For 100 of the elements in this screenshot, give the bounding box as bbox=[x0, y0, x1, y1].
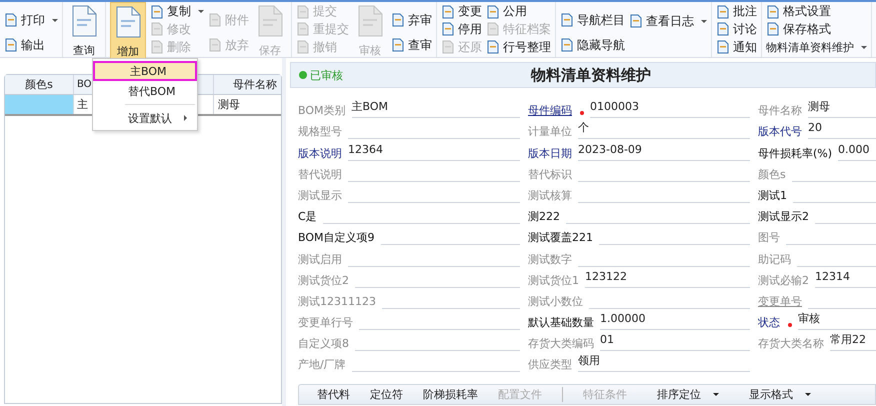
field-label: 变更单行号 bbox=[298, 316, 354, 330]
document-icon bbox=[391, 38, 405, 52]
column-header[interactable]: BO bbox=[77, 79, 92, 90]
toolbar-button[interactable]: 隐藏导航 bbox=[560, 37, 625, 53]
menu-button[interactable]: 物料清单资料维护 bbox=[766, 39, 867, 56]
toolbar-button[interactable]: 变更 bbox=[441, 4, 482, 20]
field-label: 测222 bbox=[528, 210, 561, 224]
field-label: C是 bbox=[298, 210, 318, 224]
field-label: 自定义项8 bbox=[298, 337, 350, 352]
field-label: 测试核算 bbox=[528, 188, 573, 203]
field-label: 母件名称 bbox=[758, 104, 803, 118]
toolbar-button[interactable]: 查询 bbox=[67, 2, 101, 60]
input-field[interactable]: 2023-08-09 bbox=[578, 142, 750, 161]
document-icon bbox=[716, 4, 730, 19]
input-field[interactable]: 审核 bbox=[798, 312, 876, 330]
column-header[interactable]: 颜色s bbox=[25, 78, 53, 91]
field-label: BOM类别 bbox=[298, 104, 347, 118]
field-label: 测试货位1 bbox=[528, 274, 580, 288]
toolbar-button[interactable]: 讨论 bbox=[716, 21, 757, 38]
toolbar-button[interactable]: 显示格式 bbox=[749, 387, 811, 402]
field-label: 默认基础数量 bbox=[528, 316, 595, 330]
input-field[interactable]: 12314 bbox=[815, 270, 876, 288]
input-field[interactable]: 20 bbox=[808, 121, 876, 140]
field-label: 测试必输2 bbox=[758, 274, 810, 288]
field-label: 助记码 bbox=[758, 252, 792, 266]
field-label: 测试显示2 bbox=[758, 210, 810, 224]
toolbar-button[interactable]: 格式设置 bbox=[766, 4, 867, 20]
document-icon bbox=[560, 38, 574, 52]
input-field[interactable]: 常用22 bbox=[830, 333, 876, 352]
toolbar-button[interactable]: 保存格式 bbox=[766, 21, 867, 38]
caret-icon bbox=[805, 393, 811, 396]
toolbar-button[interactable]: 查看日志 bbox=[629, 13, 707, 29]
field-label: 测试1 bbox=[758, 188, 788, 203]
toolbar-button[interactable]: 排序定位 bbox=[657, 387, 719, 402]
toolbar-button[interactable]: 弃审 bbox=[391, 12, 432, 28]
document-icon bbox=[441, 40, 455, 54]
input-field[interactable]: 1.00000 bbox=[600, 312, 750, 330]
field-label: 测试货位2 bbox=[298, 274, 350, 288]
field-label: 图号 bbox=[758, 231, 781, 246]
field-label: 存货大类名称 bbox=[758, 337, 825, 352]
caret-icon bbox=[198, 10, 204, 14]
toolbar-button[interactable]: 输出 bbox=[4, 37, 58, 53]
field-label: 测试数字 bbox=[528, 252, 573, 266]
document-icon bbox=[296, 22, 310, 36]
field-label: 母件编码 bbox=[528, 104, 573, 118]
field-label: BOM自定义项9 bbox=[298, 231, 376, 246]
menu-item[interactable]: 替代BOM bbox=[93, 81, 197, 101]
toolbar-button[interactable]: 打印 bbox=[4, 12, 58, 28]
toolbar-button[interactable]: 查审 bbox=[391, 37, 432, 53]
field-label: 产地/厂牌 bbox=[298, 358, 347, 372]
toolbar-button[interactable]: 定位符 bbox=[370, 387, 403, 402]
caret-icon bbox=[52, 18, 58, 22]
toolbar-button[interactable]: 复制 bbox=[150, 4, 204, 20]
field-label: 测试12311123 bbox=[298, 294, 377, 309]
toolbar-button[interactable]: 停用 bbox=[441, 21, 482, 38]
input-field[interactable]: 0.000 bbox=[838, 142, 876, 161]
form-title: 物料清单资料维护 bbox=[531, 66, 651, 84]
document-icon bbox=[486, 40, 500, 54]
table-cell-text: 测母 bbox=[217, 97, 241, 113]
field-label: 颜色s bbox=[758, 168, 787, 182]
document-icon bbox=[4, 38, 18, 52]
toolbar-button[interactable]: 公用 bbox=[486, 4, 551, 20]
field-label: 测试小数位 bbox=[528, 294, 584, 309]
input-field[interactable]: 个 bbox=[578, 121, 750, 140]
field-label: 测试启用 bbox=[298, 252, 343, 266]
input-field[interactable]: 01 bbox=[600, 333, 750, 352]
document-icon bbox=[766, 4, 780, 19]
toolbar-button[interactable]: 阶梯损耗率 bbox=[423, 387, 478, 402]
toolbar-button[interactable]: 行号整理 bbox=[486, 39, 551, 56]
status-label: 已审核 bbox=[291, 68, 343, 82]
toolbar-button[interactable]: 批注 bbox=[716, 4, 757, 20]
field-label: 状态 bbox=[758, 316, 781, 330]
toolbar-button[interactable]: 替代料 bbox=[317, 387, 350, 402]
field-label: 母件损耗率(%) bbox=[758, 146, 834, 161]
menu-item[interactable]: 主BOM bbox=[93, 61, 197, 81]
field-label: 版本代号 bbox=[758, 125, 803, 140]
document-icon bbox=[441, 22, 455, 36]
toolbar-button[interactable]: 通知 bbox=[716, 39, 757, 56]
input-field[interactable]: 12364 bbox=[348, 142, 520, 161]
column-header[interactable]: 母件名称 bbox=[233, 78, 277, 91]
document-icon bbox=[716, 40, 730, 54]
document-icon bbox=[486, 4, 500, 19]
input-field[interactable]: 测母 bbox=[808, 100, 876, 118]
input-field[interactable]: 领用 bbox=[578, 354, 750, 372]
document-icon bbox=[441, 4, 455, 19]
document-icon bbox=[208, 38, 222, 52]
caret-icon bbox=[701, 20, 707, 22]
document-icon bbox=[208, 13, 222, 27]
toolbar-button[interactable]: 导航栏目 bbox=[560, 12, 625, 28]
row-selector-cell[interactable] bbox=[5, 95, 74, 114]
input-field[interactable]: 0100003 bbox=[590, 100, 750, 118]
document-icon bbox=[296, 40, 310, 54]
document-icon bbox=[766, 22, 780, 36]
menu-item[interactable]: 设置默认 bbox=[93, 108, 197, 128]
document-icon bbox=[4, 13, 18, 27]
document-icon bbox=[296, 4, 310, 19]
input-field[interactable]: 主BOM bbox=[352, 100, 520, 118]
status-dot-icon bbox=[299, 71, 307, 79]
field-label: 测试显示 bbox=[298, 188, 343, 203]
input-field[interactable]: 123122 bbox=[585, 270, 750, 288]
